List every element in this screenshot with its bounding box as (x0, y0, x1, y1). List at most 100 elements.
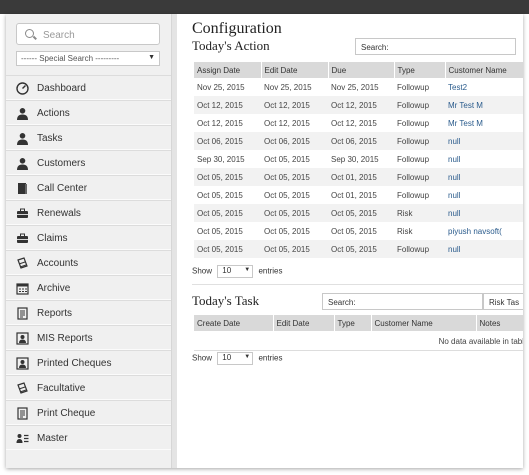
table-cell[interactable]: null (445, 240, 523, 258)
sidebar-item-dashboard[interactable]: Dashboard (6, 75, 171, 100)
user-icon (16, 132, 29, 145)
empty-table-message: No data available in tabl (194, 332, 523, 351)
table-cell: Followup (394, 132, 445, 150)
page-size-select[interactable]: 10 ▼ (217, 352, 254, 365)
sidebar-item-master[interactable]: Master (6, 425, 171, 450)
sidebar-nav: Dashboard Actions Tasks Customers Call Cente… (6, 75, 171, 450)
table-cell[interactable]: null (445, 150, 523, 168)
table-row[interactable]: Oct 06, 2015 Oct 06, 2015 Oct 06, 2015 Foll… (194, 132, 523, 150)
search-label: Search: (361, 43, 389, 52)
table-cell: Oct 06, 2015 (328, 132, 394, 150)
page-size-value: 10 (222, 353, 232, 362)
sidebar-item-label: Archive (37, 283, 71, 294)
table-cell: Oct 01, 2015 (328, 186, 394, 204)
table-row[interactable]: Oct 05, 2015 Oct 05, 2015 Oct 01, 2015 Foll… (194, 186, 523, 204)
table-row[interactable]: Oct 05, 2015 Oct 05, 2015 Oct 05, 2015 Foll… (194, 240, 523, 258)
report-icon (16, 307, 29, 320)
sidebar-item-reports[interactable]: Reports (6, 300, 171, 325)
sidebar-item-tasks[interactable]: Tasks (6, 125, 171, 150)
sidebar-item-label: Tasks (37, 133, 63, 144)
table-cell[interactable]: null (445, 204, 523, 222)
table-cell: Followup (394, 114, 445, 132)
table-cell: Followup (394, 186, 445, 204)
table-cell: Oct 12, 2015 (328, 114, 394, 132)
search-input[interactable] (41, 27, 155, 43)
sidebar-item-mis-reports[interactable]: MIS Reports (6, 325, 171, 350)
page-size-select[interactable]: 10 ▼ (217, 265, 254, 278)
todays-task-heading: Today's Task (192, 293, 260, 308)
sidebar-item-claims[interactable]: Claims (6, 225, 171, 250)
empty-text: No data available in tabl (438, 337, 523, 346)
window-top-bar (0, 0, 529, 14)
show-label: Show (192, 266, 213, 276)
column-header[interactable]: Notes (476, 315, 523, 331)
table-cell[interactable]: null (445, 168, 523, 186)
table-row[interactable]: Oct 12, 2015 Oct 12, 2015 Oct 12, 2015 Foll… (194, 96, 523, 114)
sidebar-search[interactable] (16, 23, 160, 45)
chevron-down-icon: ▼ (148, 54, 155, 61)
column-header[interactable]: Customer Name (371, 315, 477, 331)
sidebar-item-label: Accounts (37, 258, 79, 269)
table-cell: Oct 05, 2015 (261, 240, 328, 258)
table-cell[interactable]: null (445, 186, 523, 204)
table-cell: Oct 05, 2015 (194, 204, 261, 222)
briefcase-icon (16, 232, 29, 245)
table-cell: Sep 30, 2015 (194, 150, 261, 168)
sidebar-item-facultative[interactable]: Facultative (6, 375, 171, 400)
table-row[interactable]: Oct 12, 2015 Oct 12, 2015 Oct 12, 2015 Foll… (194, 114, 523, 132)
table-cell[interactable]: Mr Test M (445, 114, 523, 132)
risk-task-filter[interactable]: Risk Tas (483, 293, 523, 310)
column-header[interactable]: Type (334, 315, 372, 331)
sidebar-item-call-center[interactable]: Call Center (6, 175, 171, 200)
column-header[interactable]: Customer Name (445, 62, 523, 78)
table-cell[interactable]: piyush navsoft( (445, 222, 523, 240)
table-cell: Oct 06, 2015 (194, 132, 261, 150)
table-row[interactable]: Oct 05, 2015 Oct 05, 2015 Oct 01, 2015 Foll… (194, 168, 523, 186)
table-cell: Oct 12, 2015 (328, 96, 394, 114)
table-cell: Oct 12, 2015 (261, 96, 328, 114)
sidebar-item-accounts[interactable]: Accounts (6, 250, 171, 275)
sidebar-item-print-cheque[interactable]: Print Cheque (6, 400, 171, 425)
chevron-down-icon: ▼ (244, 267, 251, 273)
column-header[interactable]: Assign Date (194, 62, 262, 78)
table-row[interactable]: Nov 25, 2015 Nov 25, 2015 Nov 25, 2015 Foll… (194, 78, 523, 96)
table-row[interactable]: Oct 05, 2015 Oct 05, 2015 Oct 05, 2015 Risk… (194, 204, 523, 222)
user-list-icon (16, 432, 29, 445)
table-cell: Risk (394, 222, 445, 240)
table-cell[interactable]: Mr Test M (445, 96, 523, 114)
report-icon (16, 407, 29, 420)
table-row[interactable]: Oct 05, 2015 Oct 05, 2015 Oct 05, 2015 Risk… (194, 222, 523, 240)
table-cell: Oct 05, 2015 (261, 186, 328, 204)
column-header[interactable]: Create Date (194, 315, 274, 331)
special-search-select[interactable]: ------ Special Search --------- ▼ (16, 51, 160, 66)
table-cell[interactable]: null (445, 132, 523, 150)
sidebar-item-renewals[interactable]: Renewals (6, 200, 171, 225)
todays-task-page-size: Show 10 ▼ entries (192, 352, 283, 365)
sidebar-item-printed-cheques[interactable]: Printed Cheques (6, 350, 171, 375)
table-cell: Oct 05, 2015 (194, 240, 261, 258)
sidebar-item-actions[interactable]: Actions (6, 100, 171, 125)
table-row[interactable]: Sep 30, 2015 Oct 05, 2015 Sep 30, 2015 Foll… (194, 150, 523, 168)
column-header[interactable]: Due (328, 62, 395, 78)
risk-task-label: Risk Tas (489, 298, 520, 307)
table-cell: Oct 05, 2015 (194, 222, 261, 240)
column-header[interactable]: Edit Date (273, 315, 335, 331)
todays-action-search[interactable]: Search: (355, 38, 516, 55)
sidebar-item-label: Renewals (37, 208, 81, 219)
sidebar-item-label: Reports (37, 308, 73, 319)
table-cell: Oct 05, 2015 (261, 204, 328, 222)
table-header-row: Create Date Edit Date Type Customer Name… (194, 315, 523, 331)
table-cell[interactable]: Test2 (445, 78, 523, 96)
column-header[interactable]: Type (394, 62, 446, 78)
page-title: Configuration (192, 20, 282, 37)
column-header[interactable]: Edit Date (261, 62, 329, 78)
divider (192, 284, 523, 285)
sidebar-scrollbar[interactable] (172, 14, 177, 468)
sidebar-item-archive[interactable]: Archive (6, 275, 171, 300)
entries-label: entries (258, 266, 283, 276)
sidebar-item-customers[interactable]: Customers (6, 150, 171, 175)
todays-task-search[interactable]: Search: (322, 293, 483, 310)
sidebar-item-label: Dashboard (37, 83, 86, 94)
contact-card-icon (16, 332, 29, 345)
sidebar-item-label: Facultative (37, 383, 86, 394)
